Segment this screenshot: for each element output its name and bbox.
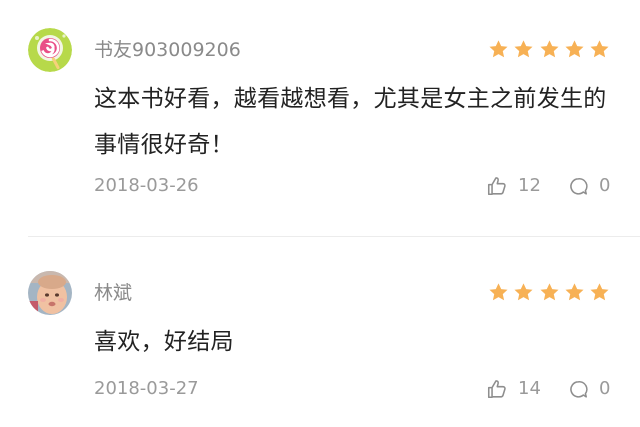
baby-photo-avatar-icon <box>28 271 72 315</box>
user-avatar[interactable] <box>28 28 72 72</box>
star-icon <box>590 40 609 58</box>
star-icon <box>514 40 533 58</box>
comment-list: 书友903009206 这本书好看，越看越想看，尤其是女主之前发生的事情很好奇！… <box>0 0 640 427</box>
lollipop-avatar-icon <box>28 28 72 72</box>
comment-text: 这本书好看，越看越想看，尤其是女主之前发生的事情很好奇！ <box>94 86 607 158</box>
like-button[interactable]: 14 <box>486 378 541 400</box>
thumbs-up-icon <box>487 380 506 399</box>
like-count: 12 <box>518 175 541 196</box>
like-button[interactable]: 12 <box>486 175 541 197</box>
star-icon <box>565 283 584 301</box>
reply-count: 0 <box>599 378 611 399</box>
star-icon <box>565 40 584 58</box>
reply-button[interactable]: 0 <box>568 175 610 197</box>
comment-text: 喜欢，好结局 <box>94 329 234 355</box>
reply-count: 0 <box>599 175 611 196</box>
comment-bubble-icon <box>570 177 588 195</box>
comment-bubble-icon <box>570 380 588 398</box>
star-icon <box>489 40 508 58</box>
star-rating <box>488 39 610 61</box>
thumbs-up-icon <box>487 177 506 196</box>
star-icon <box>539 283 559 301</box>
comment-item: 书友903009206 这本书好看，越看越想看，尤其是女主之前发生的事情很好奇！… <box>0 0 640 236</box>
comment-date: 2018-03-27 <box>94 378 199 399</box>
comment-date: 2018-03-26 <box>94 175 199 196</box>
comment-item: 林斌 喜欢，好结局 2018-03-27 14 0 <box>0 237 640 427</box>
like-count: 14 <box>518 378 541 399</box>
user-avatar[interactable] <box>28 271 72 315</box>
star-rating <box>488 282 610 304</box>
star-icon <box>539 40 559 58</box>
star-icon <box>590 283 609 301</box>
username[interactable]: 林斌 <box>94 281 132 305</box>
reply-button[interactable]: 0 <box>568 378 610 400</box>
star-icon <box>489 283 508 301</box>
star-icon <box>514 283 533 301</box>
username[interactable]: 书友903009206 <box>94 38 241 62</box>
